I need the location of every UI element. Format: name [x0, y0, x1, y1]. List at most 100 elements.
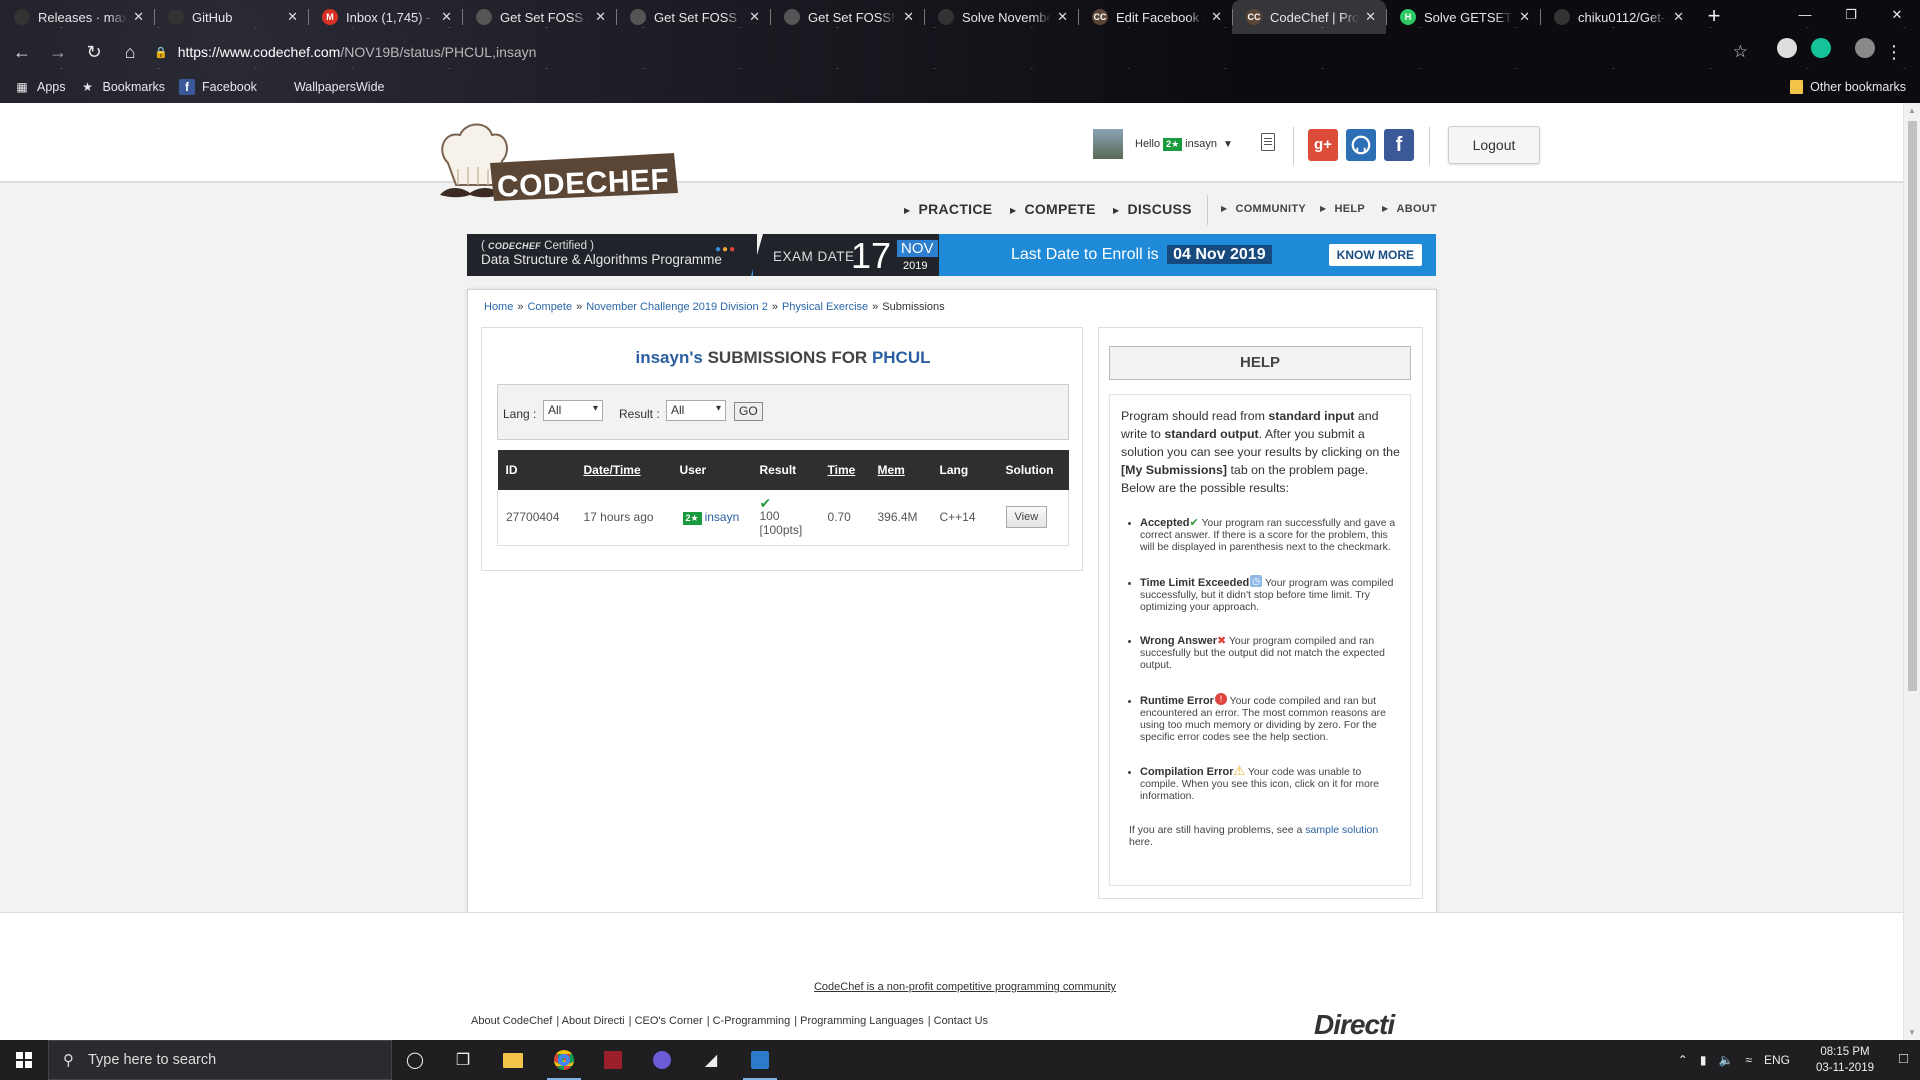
- browser-tab[interactable]: Get Set FOSS | S ✕: [462, 0, 616, 34]
- close-window-button[interactable]: ✕: [1874, 0, 1920, 30]
- nav-discuss[interactable]: ▶ DISCUSS: [1113, 201, 1192, 217]
- lang-select[interactable]: All: [543, 400, 603, 421]
- footer-link-programming-languages[interactable]: Programming Languages: [800, 1015, 924, 1027]
- cortana-icon[interactable]: ◯: [396, 1044, 434, 1076]
- browser-tab[interactable]: CC Edit Facebook Pa ✕: [1078, 0, 1232, 34]
- browser-tab[interactable]: Get Set FOSS! ✕: [770, 0, 924, 34]
- bookmark-wallpaperswide[interactable]: WallpapersWide: [271, 79, 385, 95]
- browser-tab[interactable]: Releases · maxim ✕: [0, 0, 154, 34]
- nav-community[interactable]: ▶ COMMUNITY: [1221, 203, 1306, 215]
- breadcrumb-problem[interactable]: Physical Exercise: [782, 301, 868, 313]
- col-mem[interactable]: Mem: [869, 450, 932, 490]
- task-view-icon[interactable]: ❐: [444, 1044, 482, 1076]
- footer-link-about-directi[interactable]: About Directi: [562, 1015, 625, 1027]
- certification-banner[interactable]: ( CODECHEF Certified ) Data Structure & …: [467, 234, 1436, 276]
- document-icon[interactable]: [1261, 133, 1275, 151]
- tab-close-icon[interactable]: ✕: [1057, 9, 1068, 25]
- extension-icon[interactable]: [1777, 38, 1797, 58]
- taskbar-search[interactable]: ⚲ Type here to search: [48, 1040, 392, 1080]
- restore-button[interactable]: ❐: [1828, 0, 1874, 30]
- sample-solution-link[interactable]: sample solution: [1305, 824, 1378, 836]
- vscode-icon[interactable]: [741, 1044, 779, 1080]
- scrollbar-thumb[interactable]: [1908, 121, 1917, 691]
- tab-close-icon[interactable]: ✕: [1519, 9, 1530, 25]
- browser-tab[interactable]: CC CodeChef | Prog ✕: [1232, 0, 1386, 34]
- nav-help[interactable]: ▶ HELP: [1320, 203, 1365, 215]
- browser-tab[interactable]: Get Set FOSS | S ✕: [616, 0, 770, 34]
- footer-link-contact-us[interactable]: Contact Us: [934, 1015, 988, 1027]
- bookmark-apps[interactable]: ▦ Apps: [14, 79, 65, 95]
- footer-link-about-codechef[interactable]: About CodeChef: [471, 1015, 552, 1027]
- rating-badge: 2★: [1163, 137, 1183, 151]
- result-select[interactable]: All: [666, 400, 726, 421]
- chevron-up-icon[interactable]: ⌃: [1678, 1053, 1688, 1067]
- bookmark-bookmarks[interactable]: ★ Bookmarks: [80, 79, 165, 95]
- tab-close-icon[interactable]: ✕: [1211, 9, 1222, 25]
- tab-close-icon[interactable]: ✕: [903, 9, 914, 25]
- tab-close-icon[interactable]: ✕: [287, 9, 298, 25]
- browser-tab[interactable]: GitHub ✕: [154, 0, 308, 34]
- logout-button[interactable]: Logout: [1448, 126, 1540, 164]
- accepted-check-icon[interactable]: ✔: [760, 496, 812, 510]
- notifications-icon[interactable]: □: [1899, 1050, 1908, 1067]
- volume-icon[interactable]: 🔈: [1718, 1053, 1733, 1067]
- input-language[interactable]: ENG: [1764, 1053, 1790, 1067]
- menu-kebab-icon[interactable]: ⋮: [1880, 38, 1908, 66]
- tab-close-icon[interactable]: ✕: [441, 9, 452, 25]
- facebook-button[interactable]: f: [1384, 129, 1414, 161]
- file-explorer-icon[interactable]: [494, 1044, 532, 1076]
- taskbar-clock[interactable]: 08:15 PM 03-11-2019: [1816, 1044, 1874, 1076]
- scroll-down-icon[interactable]: ▼: [1908, 1028, 1916, 1037]
- browser-tab[interactable]: H Solve GETSETFO ✕: [1386, 0, 1540, 34]
- page-scrollbar[interactable]: ▲ ▼: [1903, 103, 1920, 1040]
- user-menu[interactable]: Hello 2★ insayn ▼: [1093, 129, 1233, 159]
- forward-button[interactable]: →: [44, 38, 72, 66]
- breadcrumb-contest[interactable]: November Challenge 2019 Division 2: [586, 301, 768, 313]
- grammarly-icon[interactable]: [1811, 38, 1831, 58]
- know-more-button[interactable]: KNOW MORE: [1328, 244, 1422, 266]
- app-icon-red[interactable]: [594, 1044, 632, 1076]
- nav-practice[interactable]: ▶ PRACTICE: [904, 201, 992, 217]
- directi-logo[interactable]: Directi: [1314, 1009, 1395, 1040]
- app-icon-purple[interactable]: [643, 1044, 681, 1076]
- bookmark-other[interactable]: Other bookmarks: [1790, 79, 1906, 94]
- nav-compete[interactable]: ▶ COMPETE: [1010, 201, 1096, 217]
- url-path: /NOV19B/status/PHCUL,insayn: [340, 44, 537, 60]
- footer-link-c-programming[interactable]: C-Programming: [713, 1015, 791, 1027]
- browser-tab[interactable]: chiku0112/Get-S ✕: [1540, 0, 1694, 34]
- nav-about[interactable]: ▶ ABOUT: [1382, 203, 1437, 215]
- google-plus-button[interactable]: g+: [1308, 129, 1338, 161]
- tab-label: CodeChef | Prog: [1270, 9, 1360, 25]
- tab-close-icon[interactable]: ✕: [1673, 9, 1684, 25]
- tab-close-icon[interactable]: ✕: [749, 9, 760, 25]
- start-button[interactable]: [0, 1040, 48, 1080]
- github-button[interactable]: [1346, 129, 1376, 161]
- col-datetime[interactable]: Date/Time: [575, 450, 672, 490]
- new-tab-button[interactable]: +: [1700, 3, 1728, 31]
- browser-tab[interactable]: Solve November ✕: [924, 0, 1078, 34]
- user-link[interactable]: insayn: [705, 510, 740, 524]
- view-solution-button[interactable]: View: [1005, 506, 1048, 529]
- nonprofit-link[interactable]: CodeChef is a non-profit competitive pro…: [0, 981, 1903, 993]
- breadcrumb-home[interactable]: Home: [484, 301, 513, 313]
- reload-button[interactable]: ↻: [80, 38, 108, 66]
- footer-link-ceos-corner[interactable]: CEO's Corner: [635, 1015, 703, 1027]
- wifi-icon[interactable]: ≈: [1745, 1053, 1752, 1067]
- bookmark-facebook[interactable]: f Facebook: [179, 78, 257, 95]
- tab-close-icon[interactable]: ✕: [595, 9, 606, 25]
- unity-icon[interactable]: ◢: [692, 1044, 730, 1076]
- address-bar[interactable]: 🔒 https://www.codechef.com/NOV19B/status…: [140, 38, 1760, 66]
- scroll-up-icon[interactable]: ▲: [1908, 106, 1916, 115]
- chrome-icon[interactable]: [545, 1044, 583, 1080]
- breadcrumb-compete[interactable]: Compete: [527, 301, 572, 313]
- go-button[interactable]: GO: [734, 402, 763, 421]
- battery-icon[interactable]: ▮: [1700, 1053, 1707, 1067]
- browser-tab[interactable]: M Inbox (1,745) - s ✕: [308, 0, 462, 34]
- minimize-button[interactable]: —: [1782, 0, 1828, 30]
- back-button[interactable]: ←: [8, 38, 36, 66]
- col-time[interactable]: Time: [819, 450, 870, 490]
- tab-close-icon[interactable]: ✕: [133, 9, 144, 25]
- tab-close-icon[interactable]: ✕: [1365, 9, 1376, 25]
- bookmark-star-icon[interactable]: ☆: [1733, 42, 1748, 62]
- profile-avatar[interactable]: [1855, 38, 1875, 58]
